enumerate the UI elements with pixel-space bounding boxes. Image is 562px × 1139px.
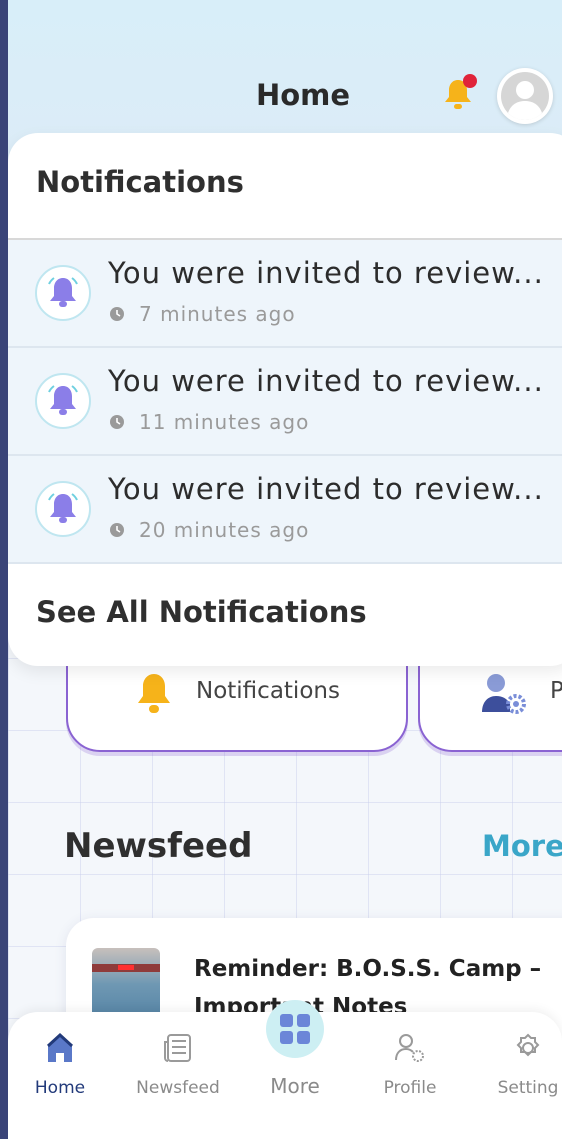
quick-action-label: P: [550, 678, 562, 704]
nav-label: More: [270, 1074, 320, 1098]
nav-label: Newsfeed: [136, 1078, 220, 1098]
notification-bell-icon: [35, 481, 91, 537]
clock-icon: [110, 415, 124, 429]
notification-item[interactable]: You were invited to review... 7 minutes …: [8, 240, 562, 348]
quick-action-label: Notifications: [196, 678, 340, 704]
nav-more-button[interactable]: [266, 1000, 324, 1058]
bell-icon: [138, 674, 170, 713]
nav-item-home[interactable]: Home: [10, 1032, 110, 1098]
notification-text: You were invited to review...: [108, 364, 544, 398]
notification-bell-icon: [35, 265, 91, 321]
section-heading: Newsfeed: [64, 826, 253, 866]
nav-item-profile[interactable]: Profile: [360, 1032, 460, 1098]
user-settings-icon: [395, 1034, 424, 1062]
nav-label: Setting: [497, 1078, 559, 1098]
notification-time: 7 minutes ago: [139, 302, 296, 326]
clock-icon: [110, 523, 124, 537]
unread-dot: [463, 74, 477, 88]
nav-label: Home: [34, 1078, 86, 1098]
notification-item[interactable]: You were invited to review... 20 minutes…: [8, 456, 562, 564]
see-all-notifications-link[interactable]: See All Notifications: [36, 595, 367, 629]
dropdown-heading: Notifications: [36, 165, 244, 199]
nav-item-setting[interactable]: Setting: [478, 1032, 562, 1098]
user-avatar-icon: [501, 72, 549, 120]
home-icon: [46, 1032, 74, 1062]
app-screen: Home Notifications P Newsfeed More Remin…: [8, 0, 562, 1139]
user-settings-icon: [482, 674, 526, 714]
page-title: Home: [255, 78, 351, 112]
clock-icon: [110, 307, 124, 321]
avatar[interactable]: [497, 68, 553, 124]
more-link[interactable]: More: [482, 829, 562, 863]
nav-label: Profile: [383, 1078, 437, 1098]
gear-icon: [516, 1033, 540, 1057]
notification-item[interactable]: You were invited to review... 11 minutes…: [8, 348, 562, 456]
bottom-nav: Home Newsfeed More Profile Setting: [8, 1000, 562, 1139]
newspaper-icon: [164, 1034, 191, 1062]
nav-item-newsfeed[interactable]: Newsfeed: [128, 1032, 228, 1098]
notification-time: 11 minutes ago: [139, 410, 310, 434]
notification-text: You were invited to review...: [108, 256, 544, 290]
grid-icon: [280, 1014, 310, 1044]
notification-text: You were invited to review...: [108, 472, 544, 506]
notification-time: 20 minutes ago: [139, 518, 310, 542]
notification-bell-icon: [35, 373, 91, 429]
notifications-dropdown: Notifications You were invited to review…: [8, 133, 562, 666]
